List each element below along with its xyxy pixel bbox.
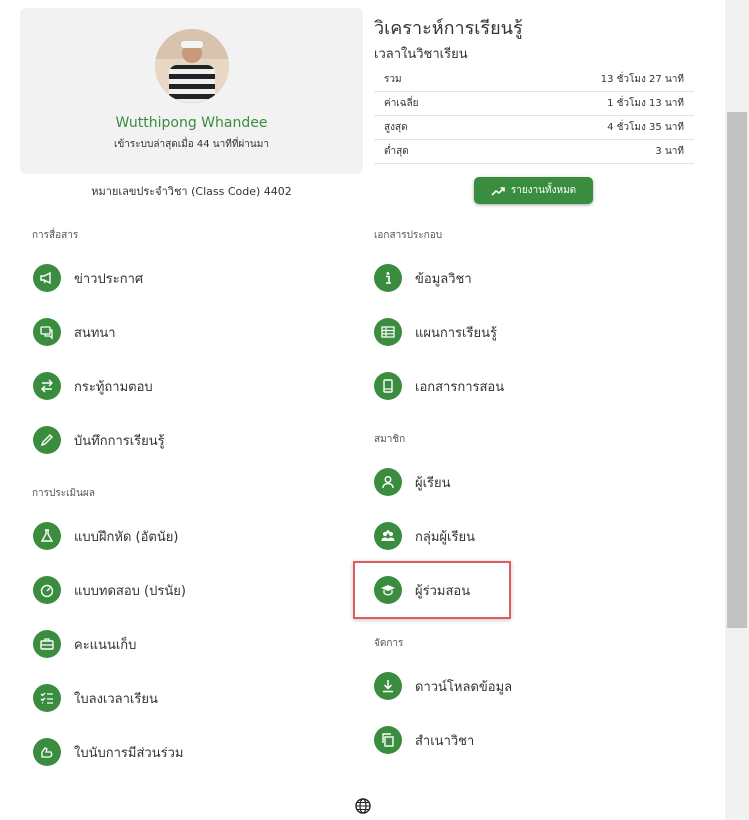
flask-icon <box>33 522 61 550</box>
section-communication: การสื่อสาร <box>32 230 79 241</box>
full-report-button[interactable]: รายงานทั้งหมด <box>474 177 593 204</box>
stats-row: รวม 13 ชั่วโมง 27 นาที <box>374 68 694 92</box>
menu-item-scores[interactable]: คะแนนเก็บ <box>33 624 136 664</box>
info-icon <box>374 264 402 292</box>
menu-item-download[interactable]: ดาวน์โหลดข้อมูล <box>374 666 512 706</box>
person-icon <box>374 468 402 496</box>
menu-item-quiz[interactable]: แบบทดสอบ (ปรนัย) <box>33 570 186 610</box>
class-code: หมายเลขประจำวิชา (Class Code) 4402 <box>91 185 292 198</box>
menu-label: ดาวน์โหลดข้อมูล <box>415 679 513 695</box>
stats-value: 1 ชั่วโมง 13 นาที <box>484 91 694 116</box>
menu-label: ข่าวประกาศ <box>74 271 144 287</box>
menu-label: แผนการเรียนรู้ <box>415 325 497 341</box>
globe-icon[interactable] <box>354 797 372 815</box>
menu-item-exercise[interactable]: แบบฝึกหัด (อัตนัย) <box>33 516 178 556</box>
section-assessment: การประเมินผล <box>32 488 95 499</box>
full-report-label: รายงานทั้งหมด <box>510 185 577 196</box>
book-icon <box>374 372 402 400</box>
stats-label: ค่าเฉลี่ย <box>374 91 485 116</box>
menu-label: แบบทดสอบ (ปรนัย) <box>74 583 186 599</box>
swap-arrows-icon <box>33 372 61 400</box>
briefcase-icon <box>33 630 61 658</box>
copy-icon <box>374 726 402 754</box>
stats-value: 13 ชั่วโมง 27 นาที <box>484 68 694 92</box>
page: Wutthipong Whandee เข้าระบบล่าสุดเมื่อ 4… <box>0 0 725 820</box>
hand-icon <box>33 738 61 766</box>
menu-item-student-groups[interactable]: กลุ่มผู้เรียน <box>374 516 475 556</box>
menu-item-learning-log[interactable]: บันทึกการเรียนรู้ <box>33 420 165 460</box>
megaphone-icon <box>33 264 61 292</box>
menu-label: ผู้ร่วมสอน <box>415 583 471 599</box>
menu-item-announcements[interactable]: ข่าวประกาศ <box>33 258 143 298</box>
stats-value: 4 ชั่วโมง 35 นาที <box>484 115 694 140</box>
table-icon <box>374 318 402 346</box>
stats-label: ต่ำสุด <box>374 139 485 164</box>
profile-name[interactable]: Wutthipong Whandee <box>20 115 363 131</box>
graduation-cap-icon <box>374 576 402 604</box>
menu-label: กลุ่มผู้เรียน <box>415 529 475 545</box>
menu-item-participation[interactable]: ใบนับการมีส่วนร่วม <box>33 732 183 772</box>
pencil-icon <box>33 426 61 454</box>
menu-label: สนทนา <box>74 325 116 341</box>
menu-item-copy-course[interactable]: สำเนาวิชา <box>374 720 474 760</box>
time-in-course-subtitle: เวลาในวิชาเรียน <box>374 47 468 62</box>
chat-icon <box>33 318 61 346</box>
menu-label: คะแนนเก็บ <box>74 637 137 653</box>
menu-label: ใบนับการมีส่วนร่วม <box>74 745 184 761</box>
trending-up-icon <box>491 186 505 196</box>
menu-item-qa[interactable]: กระทู้ถามตอบ <box>33 366 153 406</box>
menu-item-teaching-docs[interactable]: เอกสารการสอน <box>374 366 504 406</box>
time-stats-table: รวม 13 ชั่วโมง 27 นาที ค่าเฉลี่ย 1 ชั่วโ… <box>374 68 694 164</box>
menu-label: ใบลงเวลาเรียน <box>74 691 158 707</box>
avatar[interactable] <box>155 29 229 103</box>
menu-label: กระทู้ถามตอบ <box>74 379 153 395</box>
menu-label: สำเนาวิชา <box>415 733 475 749</box>
group-icon <box>374 522 402 550</box>
menu-item-attendance[interactable]: ใบลงเวลาเรียน <box>33 678 158 718</box>
section-manage: จัดการ <box>374 638 404 649</box>
stats-row: ต่ำสุด 3 นาที <box>374 139 694 164</box>
menu-label: ผู้เรียน <box>415 475 451 491</box>
stats-value: 3 นาที <box>484 139 694 164</box>
analytics-title: วิเคราะห์การเรียนรู้ <box>374 18 523 39</box>
menu-label: เอกสารการสอน <box>415 379 505 395</box>
menu-item-students[interactable]: ผู้เรียน <box>374 462 451 502</box>
scrollbar-thumb[interactable] <box>727 112 747 628</box>
menu-label: ข้อมูลวิชา <box>415 271 472 287</box>
menu-label: แบบฝึกหัด (อัตนัย) <box>74 529 179 545</box>
menu-item-chat[interactable]: สนทนา <box>33 312 116 352</box>
section-members: สมาชิก <box>374 434 406 445</box>
last-login-text: เข้าระบบล่าสุดเมื่อ 44 นาทีที่ผ่านมา <box>114 139 269 150</box>
stats-row: ค่าเฉลี่ย 1 ชั่วโมง 13 นาที <box>374 91 694 116</box>
speedometer-icon <box>33 576 61 604</box>
menu-item-lesson-plan[interactable]: แผนการเรียนรู้ <box>374 312 497 352</box>
checklist-icon <box>33 684 61 712</box>
menu-item-co-teachers[interactable]: ผู้ร่วมสอน <box>374 570 470 610</box>
stats-label: รวม <box>374 68 485 92</box>
stats-label: สูงสุด <box>374 115 485 140</box>
download-icon <box>374 672 402 700</box>
section-documents: เอกสารประกอบ <box>374 230 443 241</box>
stats-row: สูงสุด 4 ชั่วโมง 35 นาที <box>374 115 694 140</box>
menu-item-course-info[interactable]: ข้อมูลวิชา <box>374 258 472 298</box>
menu-label: บันทึกการเรียนรู้ <box>74 433 165 449</box>
